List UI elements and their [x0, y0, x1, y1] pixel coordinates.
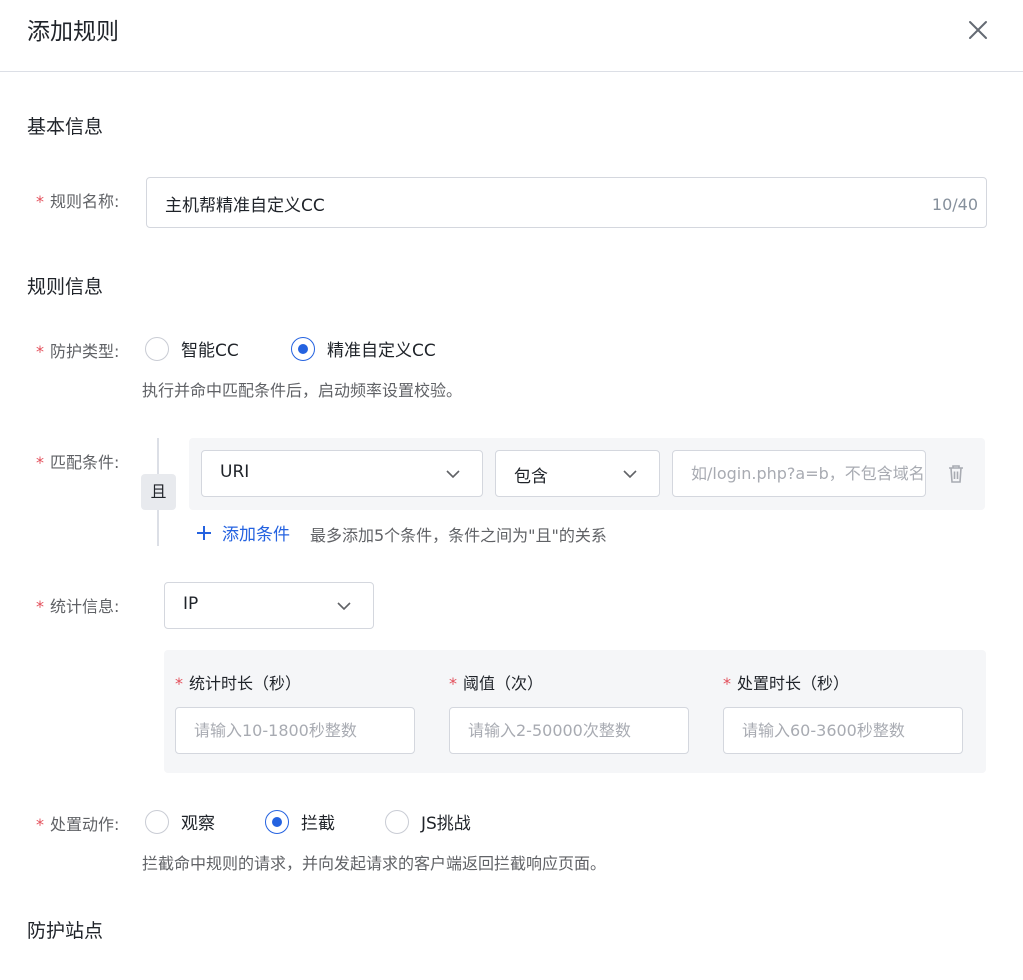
- condition-operator-value: 包含: [514, 467, 548, 487]
- radio-label: 精准自定义CC: [327, 341, 436, 361]
- basic-info-heading: 基本信息: [27, 116, 104, 138]
- dialog-title: 添加规则: [27, 19, 119, 45]
- rule-name-char-count: 10/40: [931, 195, 978, 214]
- condition-value-input[interactable]: [673, 451, 925, 496]
- radio-observe[interactable]: 观察: [145, 809, 215, 834]
- stat-type-select[interactable]: IP: [164, 582, 374, 629]
- radio-block[interactable]: 拦截: [265, 809, 335, 834]
- trash-icon[interactable]: [944, 462, 968, 486]
- threshold-label: * 阈值（次）: [449, 674, 544, 693]
- rule-name-label: * 规则名称:: [36, 192, 120, 211]
- radio-label: JS挑战: [421, 814, 471, 834]
- add-condition-note: 最多添加5个条件，条件之间为"且"的关系: [310, 526, 607, 545]
- protected-sites-heading: 防护站点: [27, 920, 104, 942]
- rule-name-value: 主机帮精准自定义CC: [165, 196, 325, 216]
- radio-label: 智能CC: [181, 341, 239, 361]
- stat-type-value: IP: [183, 594, 199, 614]
- action-duration-input-box: [723, 707, 963, 754]
- radio-label: 拦截: [301, 814, 335, 834]
- add-condition-button[interactable]: 添加条件: [195, 520, 290, 545]
- chevron-down-icon: [446, 470, 460, 479]
- stat-duration-label: * 统计时长（秒）: [175, 674, 302, 693]
- action-hint: 拦截命中规则的请求，并向发起请求的客户端返回拦截响应页面。: [142, 854, 607, 873]
- condition-field-select[interactable]: URI: [201, 450, 483, 497]
- stat-duration-input[interactable]: [176, 708, 414, 753]
- threshold-input[interactable]: [450, 708, 688, 753]
- rule-name-input[interactable]: 主机帮精准自定义CC 10/40: [146, 177, 987, 228]
- plus-icon: [197, 525, 211, 540]
- chevron-down-icon: [623, 470, 637, 479]
- radio-circle-checked: [265, 809, 289, 834]
- radio-precise-custom-cc[interactable]: 精准自定义CC: [291, 336, 436, 361]
- rule-info-heading: 规则信息: [27, 276, 104, 298]
- condition-value-input-box: [672, 450, 926, 497]
- action-duration-label: * 处置时长（秒）: [723, 674, 850, 693]
- stat-duration-input-box: [175, 707, 415, 754]
- add-condition-label: 添加条件: [222, 525, 290, 545]
- radio-circle: [145, 809, 169, 834]
- stat-info-label: * 统计信息:: [36, 597, 120, 616]
- protection-type-label: * 防护类型:: [36, 342, 120, 361]
- radio-circle: [385, 809, 409, 834]
- and-badge: 且: [141, 474, 176, 510]
- radio-smart-cc[interactable]: 智能CC: [145, 336, 239, 361]
- action-duration-input[interactable]: [724, 708, 962, 753]
- action-label: * 处置动作:: [36, 815, 120, 834]
- condition-operator-select[interactable]: 包含: [495, 450, 660, 497]
- match-condition-label: * 匹配条件:: [36, 453, 120, 472]
- radio-circle: [145, 336, 169, 361]
- dialog-header: 添加规则: [0, 0, 1023, 72]
- radio-js-challenge[interactable]: JS挑战: [385, 809, 471, 834]
- condition-field-value: URI: [220, 462, 250, 482]
- radio-circle-checked: [291, 336, 315, 361]
- close-icon[interactable]: [962, 14, 994, 46]
- chevron-down-icon: [337, 602, 351, 611]
- radio-label: 观察: [181, 814, 215, 834]
- threshold-input-box: [449, 707, 689, 754]
- protection-type-hint: 执行并命中匹配条件后，启动频率设置校验。: [142, 381, 463, 400]
